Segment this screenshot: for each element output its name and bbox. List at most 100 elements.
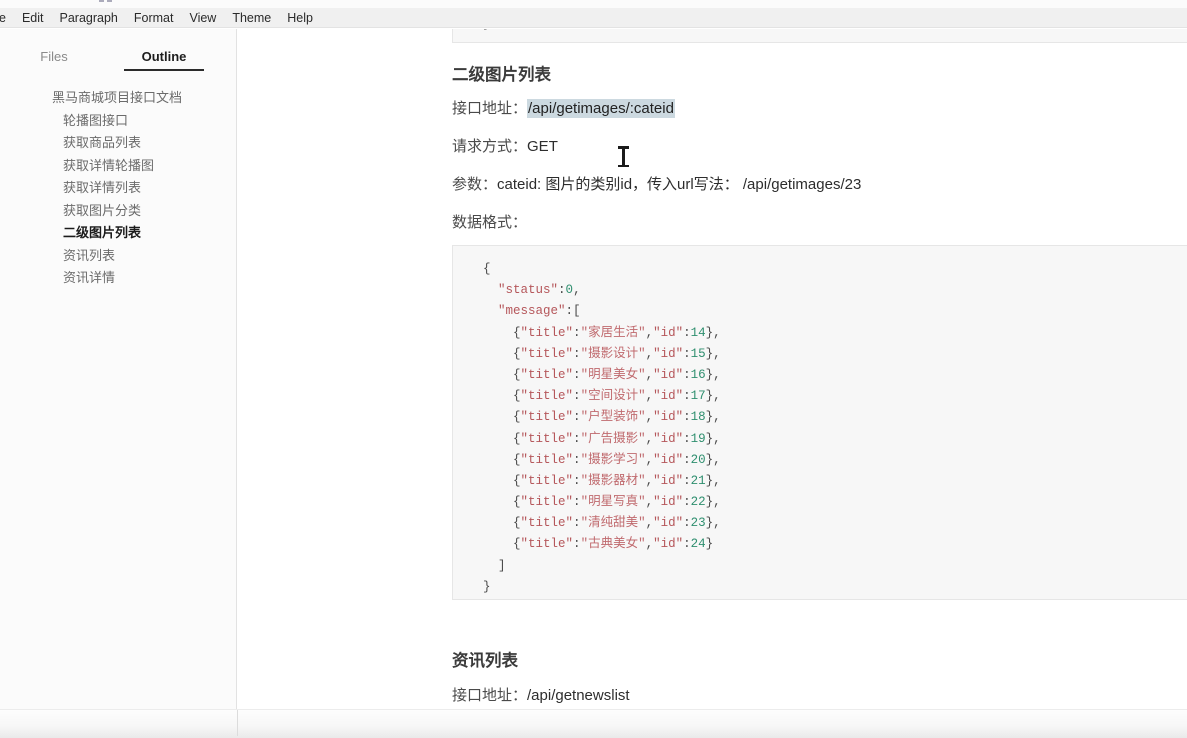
api-address-label: 接口地址： bbox=[452, 101, 528, 117]
code-token-punct: { bbox=[513, 346, 521, 361]
code-line: "status":0, bbox=[483, 280, 1187, 301]
outline-item-detail-carousel[interactable]: 获取详情轮播图 bbox=[0, 155, 236, 178]
code-token-num: 23 bbox=[690, 516, 706, 531]
code-token-brace: } bbox=[483, 29, 491, 31]
code-token-punct: } bbox=[483, 579, 491, 594]
document-editor[interactable]: } 二级图片列表 接口地址：/api/getimages/:cateid 请求方… bbox=[238, 29, 1187, 709]
api-address-value[interactable]: /api/getimages/:cateid bbox=[527, 99, 675, 118]
request-method-label: 请求方式： bbox=[452, 139, 528, 155]
sidebar-tab-outline[interactable]: Outline bbox=[118, 45, 210, 71]
code-token-punct: { bbox=[513, 473, 521, 488]
code-token-str: "空间设计" bbox=[580, 389, 646, 404]
code-token-punct: : bbox=[573, 537, 581, 552]
outline-item-detail-list[interactable]: 获取详情列表 bbox=[0, 177, 236, 200]
code-token-punct: : bbox=[683, 473, 691, 488]
code-token-punct: : bbox=[683, 537, 691, 552]
code-token-str: "摄影设计" bbox=[580, 346, 646, 361]
code-token-key: "title" bbox=[520, 516, 574, 531]
code-line: ] bbox=[483, 556, 1187, 577]
code-line: {"title":"空间设计","id":17}, bbox=[483, 386, 1187, 407]
outline-item-second-level-image-list[interactable]: 二级图片列表 bbox=[0, 222, 236, 245]
code-line: {"title":"户型装饰","id":18}, bbox=[483, 407, 1187, 428]
code-token-punct: }, bbox=[705, 473, 721, 488]
code-token-punct: :[ bbox=[565, 304, 581, 319]
code-token-punct: { bbox=[513, 452, 521, 467]
menu-item-view[interactable]: View bbox=[181, 8, 224, 28]
code-token-punct: { bbox=[513, 495, 521, 510]
code-token-punct: , bbox=[645, 367, 654, 382]
code-token-punct: } bbox=[705, 537, 714, 552]
data-format-line: 数据格式： bbox=[452, 211, 527, 232]
code-token-str: "古典美女" bbox=[580, 537, 646, 552]
code-token-punct: : bbox=[683, 452, 691, 467]
code-token-str: "明星美女" bbox=[580, 367, 646, 382]
code-token-key: "id" bbox=[653, 325, 684, 340]
code-block-previous-partial[interactable]: } bbox=[452, 29, 1187, 43]
code-token-punct: }, bbox=[705, 452, 721, 467]
code-line: {"title":"明星写真","id":22}, bbox=[483, 492, 1187, 513]
data-format-label: 数据格式： bbox=[452, 215, 528, 231]
menu-item-edit[interactable]: Edit bbox=[14, 8, 52, 28]
code-token-num: 21 bbox=[690, 473, 706, 488]
toolbar-icon-fragment[interactable] bbox=[107, 0, 112, 2]
code-token-key: "title" bbox=[520, 346, 574, 361]
code-token-punct: : bbox=[573, 389, 581, 404]
outline-item-news-detail[interactable]: 资讯详情 bbox=[0, 267, 236, 290]
code-token-punct: : bbox=[573, 325, 581, 340]
code-token-punct: }, bbox=[705, 410, 721, 425]
outline-item-carousel-api[interactable]: 轮播图接口 bbox=[0, 110, 236, 133]
code-token-punct: , bbox=[645, 516, 654, 531]
code-token-punct: { bbox=[513, 431, 521, 446]
parameters-line: 参数：cateid: 图片的类别id，传入url写法： /api/getimag… bbox=[452, 173, 861, 194]
code-token-punct: : bbox=[573, 346, 581, 361]
code-token-key: "status" bbox=[498, 283, 559, 298]
code-token-num: 20 bbox=[690, 452, 706, 467]
code-token-num: 24 bbox=[690, 537, 706, 552]
code-token-key: "id" bbox=[653, 473, 684, 488]
code-token-punct: { bbox=[513, 410, 521, 425]
code-token-punct: , bbox=[573, 283, 581, 298]
code-token-key: "id" bbox=[653, 367, 684, 382]
code-token-punct: { bbox=[513, 516, 521, 531]
code-token-punct: : bbox=[558, 283, 566, 298]
code-token-punct: : bbox=[683, 410, 691, 425]
outline-item-image-category[interactable]: 获取图片分类 bbox=[0, 200, 236, 223]
outline-item-news-list[interactable]: 资讯列表 bbox=[0, 245, 236, 268]
section-heading-second-level-image-list: 二级图片列表 bbox=[452, 65, 551, 84]
menu-item-help[interactable]: Help bbox=[279, 8, 321, 28]
parameters-label: 参数： bbox=[452, 177, 498, 193]
code-token-str: "清纯甜美" bbox=[580, 516, 646, 531]
code-token-key: "title" bbox=[520, 389, 574, 404]
outline-item-root[interactable]: 黑马商城项目接口文档 bbox=[0, 87, 236, 110]
outline-item-goods-list[interactable]: 获取商品列表 bbox=[0, 132, 236, 155]
code-token-punct: { bbox=[513, 367, 521, 382]
code-token-punct: }, bbox=[705, 495, 721, 510]
sidebar-tab-files[interactable]: Files bbox=[16, 45, 92, 71]
code-token-num: 15 bbox=[690, 346, 706, 361]
menu-item-format[interactable]: Format bbox=[126, 8, 182, 28]
code-token-punct: , bbox=[645, 346, 654, 361]
toolbar-icon-fragment[interactable] bbox=[99, 0, 104, 2]
menu-item-theme[interactable]: Theme bbox=[224, 8, 279, 28]
menu-item-paragraph[interactable]: Paragraph bbox=[52, 8, 126, 28]
code-token-key: "id" bbox=[653, 346, 684, 361]
code-line: { bbox=[483, 259, 1187, 280]
request-method-line: 请求方式：GET bbox=[452, 135, 558, 156]
code-block-response-json[interactable]: { "status":0, "message":[ {"title":"家居生活… bbox=[452, 245, 1187, 600]
section-heading-news-list: 资讯列表 bbox=[452, 651, 518, 670]
code-token-punct: }, bbox=[705, 389, 721, 404]
menu-item-file[interactable]: e bbox=[0, 8, 14, 28]
api-address-line: 接口地址：/api/getimages/:cateid bbox=[452, 97, 675, 118]
code-line: {"title":"古典美女","id":24} bbox=[483, 534, 1187, 555]
code-token-punct: : bbox=[573, 367, 581, 382]
code-token-punct: : bbox=[573, 410, 581, 425]
code-token-punct: : bbox=[573, 473, 581, 488]
request-method-value: GET bbox=[527, 138, 558, 155]
code-line: "message":[ bbox=[483, 301, 1187, 322]
code-token-key: "title" bbox=[520, 452, 574, 467]
